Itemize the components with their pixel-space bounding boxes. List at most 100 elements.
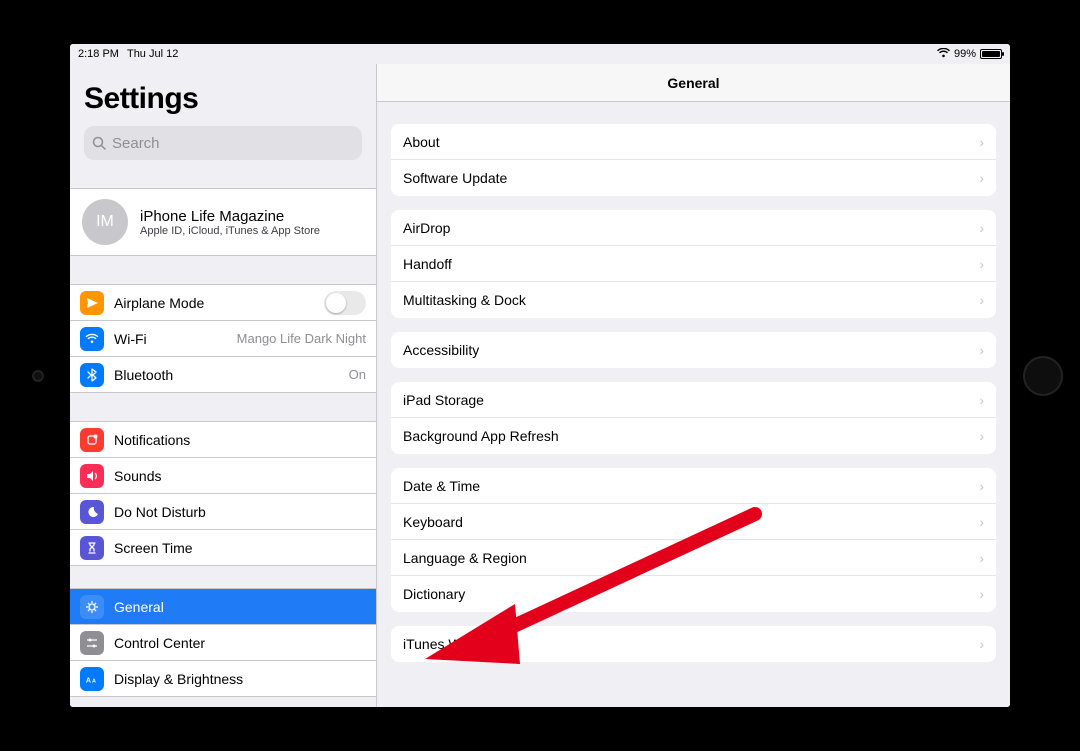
- detail-row-background-refresh[interactable]: Background App Refresh ›: [391, 418, 996, 454]
- detail-row-label: Accessibility: [403, 342, 479, 358]
- sidebar-item-label: Wi-Fi: [114, 331, 147, 347]
- chevron-right-icon: ›: [979, 292, 984, 308]
- bluetooth-value: On: [349, 367, 366, 382]
- detail-group: About › Software Update ›: [391, 124, 996, 196]
- detail-group: iTunes Wi-Fi Sync ›: [391, 626, 996, 662]
- sidebar-item-label: Screen Time: [114, 540, 193, 556]
- svg-text:A: A: [92, 678, 96, 684]
- search-placeholder: Search: [112, 135, 160, 152]
- sidebar-item-label: Control Center: [114, 635, 205, 651]
- home-button[interactable]: [1023, 356, 1063, 396]
- chevron-right-icon: ›: [979, 636, 984, 652]
- sliders-icon: [80, 631, 104, 655]
- settings-sidebar: Settings Search IM iPhone Life Magazine …: [70, 64, 377, 707]
- sidebar-item-airplane[interactable]: Airplane Mode: [70, 285, 376, 321]
- detail-row-label: Date & Time: [403, 478, 480, 494]
- detail-group: iPad Storage › Background App Refresh ›: [391, 382, 996, 454]
- text-size-icon: AA: [80, 667, 104, 691]
- detail-row-about[interactable]: About ›: [391, 124, 996, 160]
- page-title: Settings: [84, 82, 362, 116]
- chevron-right-icon: ›: [979, 170, 984, 186]
- detail-group: Accessibility ›: [391, 332, 996, 368]
- detail-row-itunes-sync[interactable]: iTunes Wi-Fi Sync ›: [391, 626, 996, 662]
- detail-row-dictionary[interactable]: Dictionary ›: [391, 576, 996, 612]
- detail-row-label: Background App Refresh: [403, 428, 559, 444]
- svg-text:A: A: [86, 677, 91, 684]
- battery-percent: 99%: [954, 48, 976, 60]
- bluetooth-icon: [80, 363, 104, 387]
- sounds-icon: [80, 464, 104, 488]
- detail-row-date-time[interactable]: Date & Time ›: [391, 468, 996, 504]
- account-name: iPhone Life Magazine: [140, 208, 320, 225]
- status-date: Thu Jul 12: [127, 48, 178, 60]
- sidebar-item-wifi[interactable]: Wi-Fi Mango Life Dark Night: [70, 321, 376, 357]
- battery-icon: [980, 49, 1002, 59]
- avatar: IM: [82, 199, 128, 245]
- sidebar-item-label: Do Not Disturb: [114, 504, 206, 520]
- detail-row-label: Multitasking & Dock: [403, 292, 526, 308]
- wifi-value: Mango Life Dark Night: [237, 331, 366, 346]
- sidebar-item-notifications[interactable]: Notifications: [70, 422, 376, 458]
- wifi-icon: [937, 48, 950, 61]
- detail-title: General: [667, 75, 719, 91]
- chevron-right-icon: ›: [979, 478, 984, 494]
- search-input[interactable]: Search: [84, 126, 362, 160]
- status-bar: 2:18 PM Thu Jul 12 99%: [70, 44, 1010, 64]
- chevron-right-icon: ›: [979, 586, 984, 602]
- detail-row-label: Software Update: [403, 170, 507, 186]
- sidebar-item-label: Bluetooth: [114, 367, 173, 383]
- sidebar-item-label: General: [114, 599, 164, 615]
- chevron-right-icon: ›: [979, 550, 984, 566]
- sidebar-item-control-center[interactable]: Control Center: [70, 625, 376, 661]
- detail-row-accessibility[interactable]: Accessibility ›: [391, 332, 996, 368]
- search-icon: [92, 136, 106, 150]
- device-camera: [34, 372, 42, 380]
- hourglass-icon: [80, 536, 104, 560]
- sidebar-item-display[interactable]: AA Display & Brightness: [70, 661, 376, 697]
- chevron-right-icon: ›: [979, 392, 984, 408]
- detail-row-handoff[interactable]: Handoff ›: [391, 246, 996, 282]
- sidebar-item-general[interactable]: General: [70, 589, 376, 625]
- detail-row-software-update[interactable]: Software Update ›: [391, 160, 996, 196]
- detail-row-label: AirDrop: [403, 220, 450, 236]
- sidebar-item-label: Airplane Mode: [114, 295, 204, 311]
- chevron-right-icon: ›: [979, 428, 984, 444]
- detail-row-label: Keyboard: [403, 514, 463, 530]
- detail-row-language-region[interactable]: Language & Region ›: [391, 540, 996, 576]
- detail-scroll[interactable]: About › Software Update › AirDrop ›: [377, 102, 1010, 707]
- airplane-toggle[interactable]: [324, 291, 366, 315]
- detail-row-label: Language & Region: [403, 550, 527, 566]
- sidebar-item-bluetooth[interactable]: Bluetooth On: [70, 357, 376, 393]
- chevron-right-icon: ›: [979, 342, 984, 358]
- detail-row-label: iTunes Wi-Fi Sync: [403, 636, 516, 652]
- detail-row-label: About: [403, 134, 440, 150]
- gear-icon: [80, 595, 104, 619]
- sidebar-item-label: Notifications: [114, 432, 190, 448]
- detail-row-airdrop[interactable]: AirDrop ›: [391, 210, 996, 246]
- notifications-icon: [80, 428, 104, 452]
- chevron-right-icon: ›: [979, 134, 984, 150]
- moon-icon: [80, 500, 104, 524]
- detail-group: AirDrop › Handoff › Multitasking & Dock …: [391, 210, 996, 318]
- sidebar-item-sounds[interactable]: Sounds: [70, 458, 376, 494]
- detail-row-ipad-storage[interactable]: iPad Storage ›: [391, 382, 996, 418]
- detail-group: Date & Time › Keyboard › Language & Regi…: [391, 468, 996, 612]
- sidebar-item-label: Sounds: [114, 468, 161, 484]
- chevron-right-icon: ›: [979, 514, 984, 530]
- account-subtitle: Apple ID, iCloud, iTunes & App Store: [140, 225, 320, 237]
- sidebar-item-label: Display & Brightness: [114, 671, 243, 687]
- detail-header: General: [377, 64, 1010, 102]
- airplane-icon: [80, 291, 104, 315]
- apple-id-row[interactable]: IM iPhone Life Magazine Apple ID, iCloud…: [70, 188, 376, 256]
- detail-row-multitasking[interactable]: Multitasking & Dock ›: [391, 282, 996, 318]
- detail-row-keyboard[interactable]: Keyboard ›: [391, 504, 996, 540]
- sidebar-item-dnd[interactable]: Do Not Disturb: [70, 494, 376, 530]
- detail-row-label: iPad Storage: [403, 392, 484, 408]
- detail-pane: General About › Software Update ›: [377, 64, 1010, 707]
- detail-row-label: Dictionary: [403, 586, 465, 602]
- status-time: 2:18 PM: [78, 48, 119, 60]
- chevron-right-icon: ›: [979, 220, 984, 236]
- wifi-icon: [80, 327, 104, 351]
- sidebar-item-screen-time[interactable]: Screen Time: [70, 530, 376, 566]
- detail-row-label: Handoff: [403, 256, 452, 272]
